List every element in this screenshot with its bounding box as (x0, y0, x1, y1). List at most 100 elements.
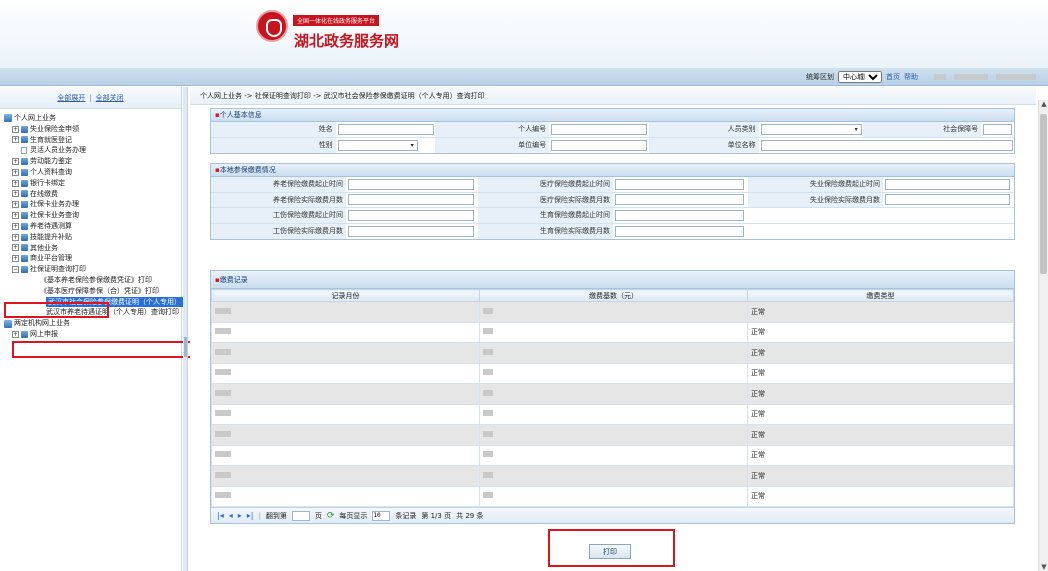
main-content: 个人网上业务 -> 社保证明查询打印 -> 武汉市社会保险参保缴费证明（个人专用… (190, 87, 1036, 571)
injury-months-field[interactable] (348, 225, 474, 237)
cell-month (211, 383, 480, 405)
collapse-all-link[interactable]: 全部关闭 (96, 93, 124, 103)
expand-icon[interactable]: + (12, 179, 19, 187)
maternity-period-label: 生育保险缴费起止时间 (478, 208, 613, 223)
person-no-cell (549, 122, 649, 137)
tree-item[interactable]: 灵活人员业务办理 (4, 145, 181, 156)
cell-month (211, 301, 480, 323)
scroll-down-icon[interactable]: ▼ (1039, 563, 1048, 571)
scroll-thumb[interactable] (1040, 114, 1047, 274)
tree-root-personal[interactable]: 个人网上业务 (4, 113, 181, 124)
tree-item[interactable]: + 失业保险金申领 (4, 124, 181, 135)
panel-title-text: 本地参保缴费情况 (219, 166, 276, 174)
tree-item[interactable]: + 银行卡绑定 (4, 178, 181, 189)
expand-icon[interactable]: + (12, 222, 19, 230)
next-page-icon[interactable]: ▸ (238, 511, 242, 520)
maternity-months-field[interactable] (615, 225, 744, 237)
cell-base (479, 465, 748, 487)
table-row[interactable]: 正常 (211, 424, 1014, 446)
expand-icon[interactable]: + (12, 136, 19, 144)
medical-period-field[interactable] (615, 178, 744, 190)
cell-base (479, 403, 748, 425)
tree-leaf[interactable]: 《基本养老保险参保缴费凭证》打印 (4, 275, 181, 286)
cell-month (211, 485, 480, 507)
scroll-up-icon[interactable]: ▲ (1039, 100, 1048, 108)
medical-period-cell (613, 177, 748, 192)
splitter-handle[interactable] (183, 87, 188, 571)
pension-period-field[interactable] (348, 178, 474, 190)
expand-icon[interactable]: + (12, 244, 19, 252)
tree-item[interactable]: + 商业平台管理 (4, 253, 181, 264)
expand-all-link[interactable]: 全部展开 (57, 93, 85, 103)
expand-icon[interactable]: + (12, 168, 19, 176)
expand-icon[interactable]: + (12, 125, 19, 133)
tree-item[interactable]: + 个人资料查询 (4, 167, 181, 178)
tree-item[interactable]: + 其他业务 (4, 243, 181, 254)
help-link[interactable]: 帮助 (904, 72, 918, 82)
person-no-field[interactable] (551, 123, 648, 135)
refresh-icon[interactable]: ⟳ (327, 511, 335, 521)
records-unit-label: 条记录 (395, 511, 417, 520)
per-page-input[interactable] (372, 510, 391, 521)
medical-months-field[interactable] (615, 194, 744, 206)
region-select[interactable]: 中心城区 (838, 71, 882, 83)
document-icon (21, 147, 27, 155)
prev-page-icon[interactable]: ◂ (229, 511, 233, 520)
table-row[interactable]: 正常 (211, 465, 1014, 487)
tree-item[interactable]: + 劳动能力鉴定 (4, 156, 181, 167)
pension-months-field[interactable] (348, 194, 474, 206)
site-title[interactable]: 湖北政务服务网 (294, 30, 399, 51)
collapse-icon[interactable]: − (12, 266, 19, 274)
tree-item[interactable]: + 社保卡业务办理 (4, 199, 181, 210)
maternity-period-field[interactable] (615, 209, 744, 221)
tree-item[interactable]: + 生育就医登记 (4, 135, 181, 146)
tree-item[interactable]: + 网上申报 (4, 329, 181, 340)
expand-icon[interactable]: + (12, 255, 19, 263)
table-row[interactable]: 正常 (211, 403, 1014, 425)
expand-icon[interactable]: + (12, 190, 19, 198)
expand-icon[interactable]: + (12, 158, 19, 166)
unit-name-field[interactable] (760, 139, 1013, 151)
folder-icon (21, 330, 28, 338)
table-row[interactable]: 正常 (211, 444, 1014, 466)
column-header-month[interactable]: 记录月份 (211, 289, 480, 302)
expand-icon[interactable]: + (12, 201, 19, 209)
cell-base (479, 301, 748, 323)
vertical-scrollbar[interactable]: ▲ ▼ (1038, 100, 1048, 571)
tree-root-institutions[interactable]: 两定机构网上业务 (4, 318, 181, 329)
expand-icon[interactable]: + (12, 330, 19, 338)
tree-item[interactable]: + 社保卡业务查询 (4, 210, 181, 221)
home-link[interactable]: 首页 (886, 72, 900, 82)
expand-icon[interactable]: + (12, 233, 19, 241)
first-page-icon[interactable]: |◂ (217, 511, 224, 520)
last-page-icon[interactable]: ▸| (247, 511, 254, 520)
expand-icon[interactable]: + (12, 212, 19, 220)
injury-period-field[interactable] (348, 209, 474, 221)
table-row[interactable]: 正常 (211, 301, 1014, 323)
unemployment-period-field[interactable] (885, 178, 1010, 190)
tree-item[interactable]: + 在线缴费 (4, 189, 181, 200)
person-type-select[interactable]: ▾ (760, 123, 862, 135)
table-row[interactable]: 正常 (211, 485, 1014, 507)
column-header-base[interactable]: 缴费基数（元） (479, 289, 748, 302)
tree-item[interactable]: + 技能提升补贴 (4, 232, 181, 243)
goto-page-input[interactable] (291, 510, 310, 521)
table-row[interactable]: 正常 (211, 321, 1014, 343)
computer-icon (4, 319, 12, 328)
table-row[interactable]: 正常 (211, 362, 1014, 384)
tree-item[interactable]: + 养老待遇测算 (4, 221, 181, 232)
ss-no-field[interactable] (983, 123, 1013, 135)
table-row[interactable]: 正常 (211, 383, 1014, 405)
table-row[interactable]: 正常 (211, 342, 1014, 364)
maternity-period-cell (613, 208, 748, 223)
gender-select[interactable]: ▾ (337, 139, 418, 151)
cell-type: 正常 (747, 383, 1014, 405)
unemployment-months-field[interactable] (885, 194, 1010, 206)
tree-leaf[interactable]: 《基本医疗保障参保（合）凭证》打印 (4, 286, 181, 297)
tree-label: 养老待遇测算 (30, 221, 72, 230)
column-header-type[interactable]: 缴费类型 (747, 289, 1014, 302)
unit-no-label: 单位编号 (435, 137, 550, 153)
name-field[interactable] (337, 123, 434, 135)
tree-item-print-certificates[interactable]: − 社保证明查询打印 (4, 264, 181, 275)
unit-no-field[interactable] (551, 139, 648, 151)
